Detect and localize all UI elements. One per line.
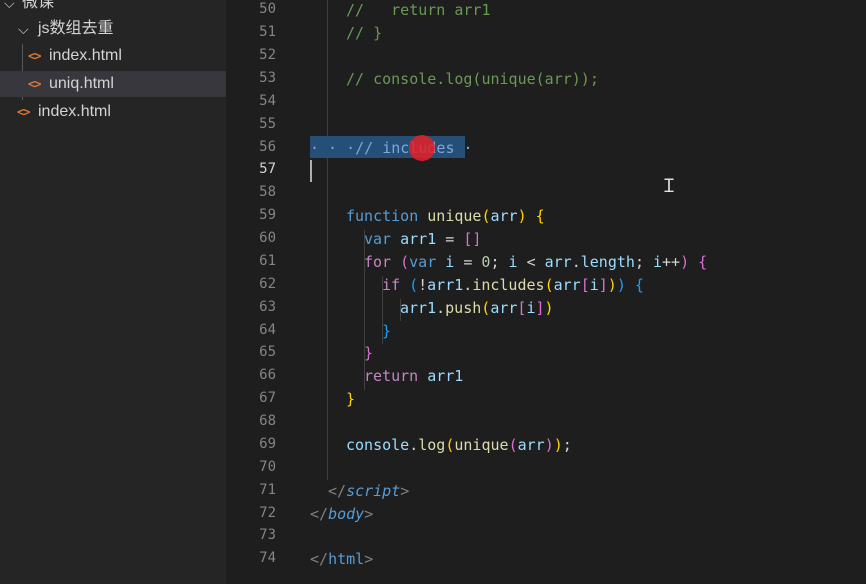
chevron-down-icon: ⌵ <box>18 21 29 37</box>
code-line-63: arr1.push(arr[i]) <box>400 299 554 317</box>
line-number: 67 <box>259 390 276 406</box>
tree-folder-label: 微课 <box>22 0 55 11</box>
line-number: 55 <box>259 116 276 132</box>
ibeam-cursor-icon: Ｉ <box>660 176 678 197</box>
tree-file-root-index[interactable]: <> index.html <box>0 99 226 125</box>
line-number: 71 <box>259 482 276 498</box>
code-line-62: if (!arr1.includes(arr[i])) { <box>382 276 644 294</box>
line-number: 56 <box>259 139 276 155</box>
indent-guide <box>327 0 328 480</box>
line-number: 66 <box>259 367 276 383</box>
tree-folder-label: js数组去重 <box>38 20 114 37</box>
line-number: 72 <box>259 505 276 521</box>
line-number: 63 <box>259 299 276 315</box>
code-line-51: // } <box>346 24 383 42</box>
code-line-69: console.log(unique(arr)); <box>346 436 572 454</box>
code-line-71: </script> <box>328 482 410 500</box>
line-number: 64 <box>259 322 276 338</box>
code-line-65: } <box>364 344 374 362</box>
tree-file-label: index.html <box>38 103 111 120</box>
code-line-66: return arr1 <box>364 367 464 385</box>
tree-file-label: index.html <box>49 47 122 64</box>
chevron-down-icon: ⌵ <box>4 0 15 11</box>
html-file-icon: <> <box>28 77 41 91</box>
code-line-56-selected: · · ·// includes · <box>310 139 473 157</box>
line-number: 69 <box>259 436 276 452</box>
explorer-sidebar: ⌵ 微课 ⌵ js数组去重 <> index.html <> uniq.html… <box>0 0 226 584</box>
html-file-icon: <> <box>17 105 30 119</box>
tree-file-uniq[interactable]: <> uniq.html <box>0 71 226 97</box>
code-line-67: } <box>346 390 356 408</box>
line-number: 73 <box>259 527 276 543</box>
code-editor[interactable]: 50 51 52 53 54 55 56 57 58 59 60 61 62 6… <box>226 0 866 584</box>
code-line-72: </body> <box>310 505 374 523</box>
tree-file-label: uniq.html <box>49 75 114 92</box>
code-line-60: var arr1 = [] <box>364 230 482 248</box>
line-number: 62 <box>259 276 276 292</box>
code-line-64: } <box>382 322 392 340</box>
tree-folder-top[interactable]: ⌵ 微课 <box>0 0 226 16</box>
line-number: 60 <box>259 230 276 246</box>
line-number: 50 <box>259 1 276 17</box>
line-number: 54 <box>259 93 276 109</box>
line-number: 58 <box>259 184 276 200</box>
tree-folder-js[interactable]: ⌵ js数组去重 <box>0 16 226 42</box>
line-number: 74 <box>259 550 276 566</box>
line-number: 68 <box>259 413 276 429</box>
line-number: 65 <box>259 344 276 360</box>
code-line-59: function unique(arr) { <box>346 207 545 225</box>
code-line-74: </html> <box>310 550 374 568</box>
line-number: 52 <box>259 47 276 63</box>
line-number: 59 <box>259 207 276 223</box>
line-number: 70 <box>259 459 276 475</box>
code-line-61: for (var i = 0; i < arr.length; i++) { <box>364 253 708 271</box>
line-number: 61 <box>259 253 276 269</box>
code-line-53: // console.log(unique(arr)); <box>346 70 599 88</box>
line-number-active: 57 <box>259 161 276 177</box>
text-cursor <box>310 160 312 182</box>
code-line-50: // return arr1 <box>346 1 491 19</box>
line-number: 51 <box>259 24 276 40</box>
html-file-icon: <> <box>28 49 41 63</box>
click-indicator <box>409 135 435 161</box>
tree-file-index[interactable]: <> index.html <box>0 43 226 69</box>
line-number: 53 <box>259 70 276 86</box>
